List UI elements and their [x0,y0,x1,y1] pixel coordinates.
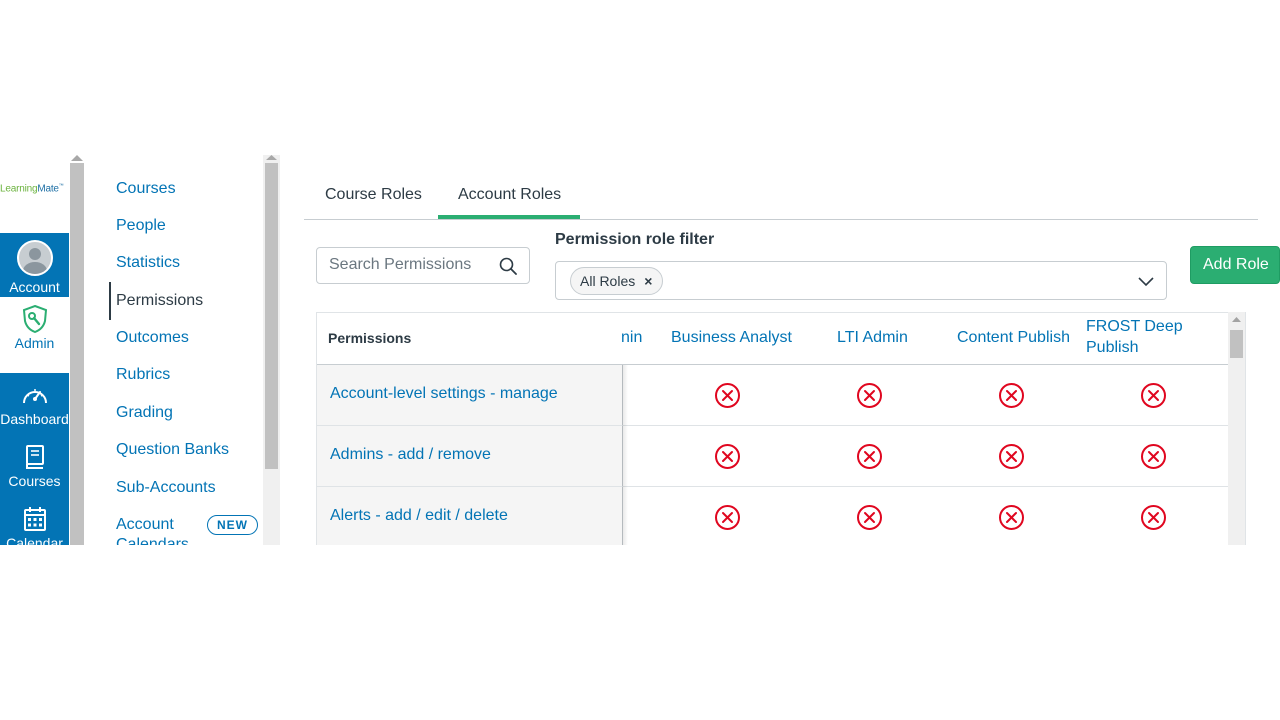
section-nav-courses[interactable]: Courses [116,179,176,199]
nav-account[interactable]: Account [0,233,69,297]
permission-link[interactable]: Account-level settings - manage [330,385,558,403]
x-circle-icon[interactable] [998,443,1025,470]
scroll-up-arrow-icon[interactable] [71,155,83,161]
x-circle-icon[interactable] [998,504,1025,531]
permission-link[interactable]: Alerts - add / edit / delete [330,507,508,525]
active-indicator [109,282,111,320]
role-tabs: Course Roles Account Roles [304,173,1258,220]
permission-cell: Admins - add / remove [317,426,623,486]
role-filter-label: Permission role filter [555,231,715,248]
permission-cell: Account-level settings - manage [317,365,623,425]
x-circle-icon[interactable] [856,443,883,470]
filter-chip-all-roles[interactable]: All Roles × [570,267,664,295]
section-nav-question-banks[interactable]: Question Banks [116,440,229,460]
nav-admin[interactable]: Admin [0,297,69,373]
role-column-header[interactable]: nin [621,327,642,348]
table-header: Permissions nin Business Analyst LTI Adm… [317,313,1229,365]
table-row: Alerts - add / edit / delete [317,487,1229,545]
tab-course-roles[interactable]: Course Roles [325,186,422,204]
x-circle-icon[interactable] [998,382,1025,409]
new-badge: NEW [207,515,258,535]
search-input[interactable] [329,256,499,274]
role-column-header[interactable]: FROST Deep Publish [1086,316,1196,358]
nav-calendar-label: Calendar [6,535,63,545]
permissions-column-header: Permissions [328,330,412,346]
section-nav: Courses People Statistics Permissions Ou… [85,155,263,545]
permission-link[interactable]: Admins - add / remove [330,446,491,464]
table-row: Admins - add / remove [317,426,1229,487]
global-nav: LearningMate™ Account Admin Dashboard Co… [0,155,69,545]
shield-wrench-icon [22,305,48,333]
section-nav-statistics[interactable]: Statistics [116,253,180,273]
x-circle-icon[interactable] [714,504,741,531]
permissions-table: Permissions nin Business Analyst LTI Adm… [316,312,1246,545]
app: LearningMate™ Account Admin Dashboard Co… [0,155,1280,545]
section-nav-scrollbar[interactable] [263,155,280,545]
section-nav-account-calendars[interactable]: Account Calendars [116,515,196,545]
section-nav-permissions[interactable]: Permissions [116,291,203,311]
nav-calendar[interactable]: Calendar [0,497,69,545]
role-column-header[interactable]: Content Publish [957,327,1070,348]
book-icon [24,443,46,471]
close-icon[interactable]: × [644,273,652,289]
nav-dashboard-label: Dashboard [0,411,69,427]
nav-admin-label: Admin [14,335,55,351]
scrollbar-thumb[interactable] [1230,330,1243,358]
scroll-up-arrow-icon[interactable] [266,155,277,160]
add-role-button[interactable]: Add Role [1190,246,1280,284]
scroll-up-arrow-icon[interactable] [1232,317,1241,322]
calendar-icon [23,505,47,533]
table-row: Account-level settings - manage [317,365,1229,426]
nav-courses-label: Courses [8,473,61,489]
role-column-header[interactable]: LTI Admin [837,327,908,348]
x-circle-icon[interactable] [714,443,741,470]
section-nav-rubrics[interactable]: Rubrics [116,365,170,385]
x-circle-icon[interactable] [714,382,741,409]
scrollbar-thumb[interactable] [265,163,278,469]
scrollbar-thumb[interactable] [70,163,84,545]
search-icon[interactable] [499,257,517,280]
active-tab-indicator [438,215,580,219]
x-circle-icon[interactable] [856,382,883,409]
nav-dashboard[interactable]: Dashboard [0,373,69,433]
x-circle-icon[interactable] [1140,504,1167,531]
section-nav-outcomes[interactable]: Outcomes [116,328,189,348]
role-filter-select[interactable]: All Roles × [555,261,1167,300]
section-nav-grading[interactable]: Grading [116,403,173,423]
table-scrollbar[interactable] [1228,312,1245,545]
tab-account-roles[interactable]: Account Roles [458,186,561,204]
x-circle-icon[interactable] [1140,443,1167,470]
filter-chip-label: All Roles [580,273,636,289]
search-permissions-field[interactable] [316,247,530,284]
x-circle-icon[interactable] [1140,382,1167,409]
speedometer-icon [21,381,49,409]
section-nav-people[interactable]: People [116,216,166,236]
permission-cell: Alerts - add / edit / delete [317,487,623,545]
nav-account-label: Account [9,279,60,295]
avatar [16,240,53,276]
nav-courses[interactable]: Courses [0,435,69,495]
x-circle-icon[interactable] [856,504,883,531]
brand-logo[interactable]: LearningMate™ [0,183,64,194]
chevron-down-icon[interactable] [1138,274,1154,292]
global-nav-scrollbar[interactable] [69,155,85,545]
role-column-header[interactable]: Business Analyst [671,327,792,348]
section-nav-sub-accounts[interactable]: Sub-Accounts [116,478,216,498]
frozen-column-shadow [622,365,628,545]
